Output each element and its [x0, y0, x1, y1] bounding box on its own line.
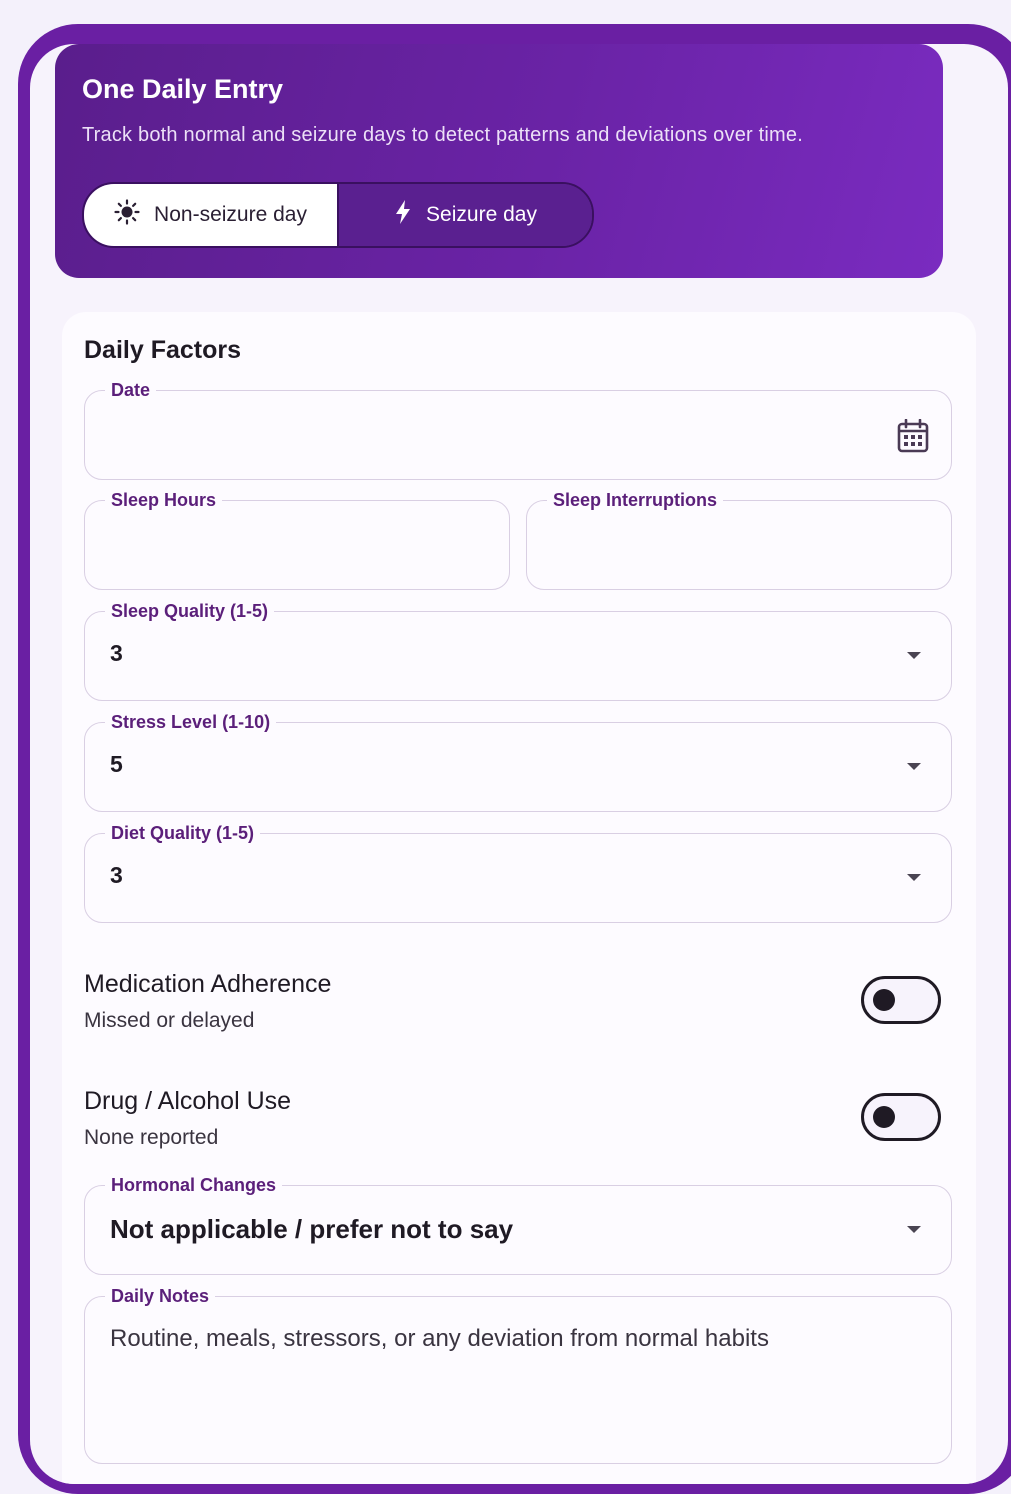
medication-adherence-sub: Missed or delayed: [84, 1009, 255, 1032]
drug-alcohol-sub: None reported: [84, 1126, 219, 1149]
medication-adherence-switch[interactable]: [861, 976, 941, 1024]
seizure-day-button[interactable]: Seizure day: [337, 184, 592, 246]
day-type-toggle: Non-seizure day Seizure day: [82, 182, 594, 248]
sleep-quality-value: 3: [110, 640, 123, 666]
app-screen: One Daily Entry Track both normal and se…: [30, 44, 1008, 1484]
sleep-quality-select[interactable]: Sleep Quality (1-5) 3: [84, 599, 952, 701]
calendar-icon[interactable]: [897, 418, 929, 458]
sleep-interruptions-field[interactable]: Sleep Interruptions: [526, 488, 952, 590]
daily-notes-placeholder: Routine, meals, stressors, or any deviat…: [110, 1325, 769, 1352]
hormonal-changes-label: Hormonal Changes: [105, 1173, 283, 1197]
daily-notes-field[interactable]: Daily Notes Routine, meals, stressors, o…: [84, 1284, 952, 1464]
chevron-down-icon: [907, 652, 921, 659]
seizure-day-label: Seizure day: [426, 203, 537, 226]
drug-alcohol-label: Drug / Alcohol Use: [84, 1087, 292, 1115]
sun-icon: [114, 199, 140, 231]
sleep-quality-label: Sleep Quality (1-5): [105, 599, 275, 623]
stress-level-label: Stress Level (1-10): [105, 710, 277, 734]
chevron-down-icon: [907, 874, 921, 881]
chevron-down-icon: [907, 1226, 921, 1233]
diet-quality-label: Diet Quality (1-5): [105, 821, 261, 845]
sleep-hours-field[interactable]: Sleep Hours: [84, 488, 510, 590]
switch-knob: [873, 1106, 895, 1128]
non-seizure-day-button[interactable]: Non-seizure day: [84, 184, 337, 246]
date-label: Date: [105, 378, 157, 402]
entry-header: One Daily Entry Track both normal and se…: [55, 44, 943, 278]
sleep-interruptions-label: Sleep Interruptions: [547, 488, 724, 512]
diet-quality-value: 3: [110, 862, 123, 888]
hormonal-changes-value: Not applicable / prefer not to say: [110, 1214, 514, 1244]
chevron-down-icon: [907, 763, 921, 770]
page-title: One Daily Entry: [82, 74, 284, 104]
daily-factors-card: Daily Factors Date Sleep Hours Sleep Int…: [62, 312, 976, 1484]
section-title: Daily Factors: [84, 336, 242, 364]
page-subtitle: Track both normal and seizure days to de…: [82, 124, 803, 146]
switch-knob: [873, 989, 895, 1011]
diet-quality-select[interactable]: Diet Quality (1-5) 3: [84, 821, 952, 923]
drug-alcohol-switch[interactable]: [861, 1093, 941, 1141]
medication-adherence-label: Medication Adherence: [84, 970, 332, 998]
bolt-icon: [394, 199, 412, 231]
date-field[interactable]: Date: [84, 378, 952, 480]
daily-notes-label: Daily Notes: [105, 1284, 216, 1308]
stress-level-value: 5: [110, 751, 123, 777]
sleep-hours-label: Sleep Hours: [105, 488, 223, 512]
stress-level-select[interactable]: Stress Level (1-10) 5: [84, 710, 952, 812]
hormonal-changes-select[interactable]: Hormonal Changes Not applicable / prefer…: [84, 1173, 952, 1275]
non-seizure-day-label: Non-seizure day: [154, 203, 307, 226]
